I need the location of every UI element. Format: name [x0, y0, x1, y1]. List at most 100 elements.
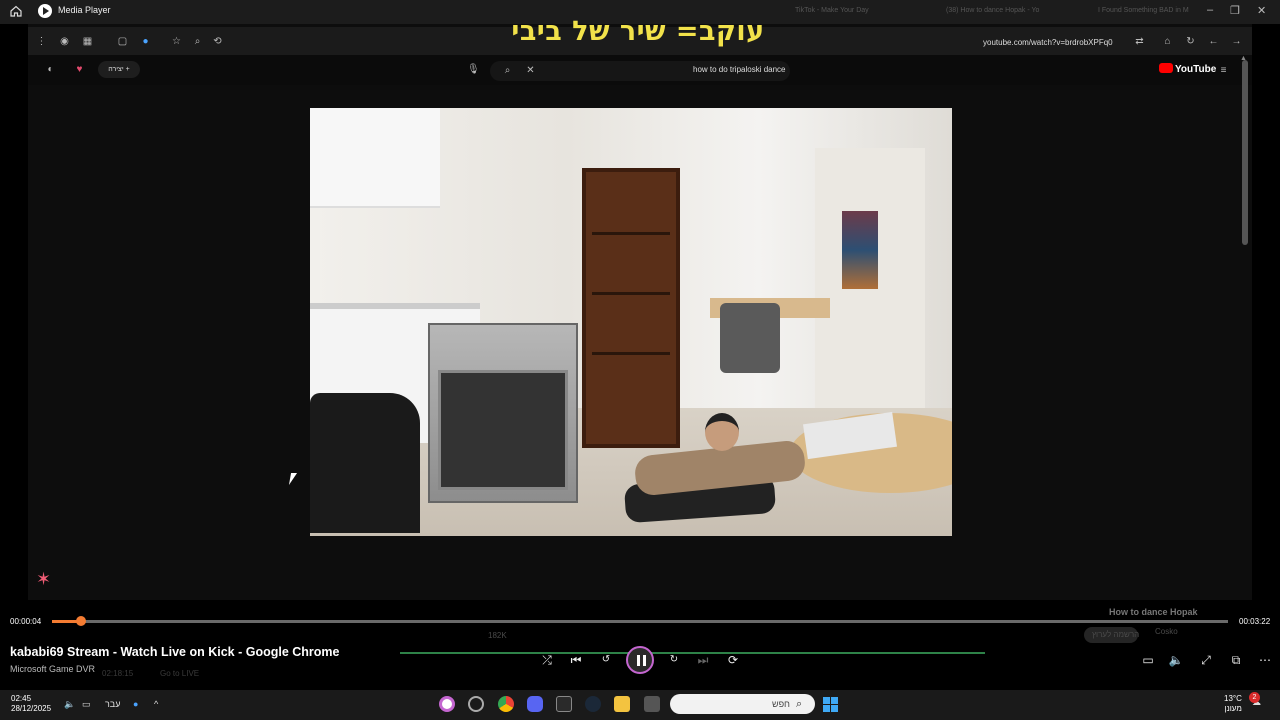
ghost-live: Go to LIVE — [160, 669, 200, 678]
repeat-off-icon[interactable]: ⟳ — [725, 652, 741, 668]
search-icon[interactable]: ⌕ — [502, 65, 513, 76]
fullscreen-icon[interactable]: ⤢ — [1198, 652, 1214, 668]
create-label: יצירה — [108, 66, 124, 73]
windows-start-icon[interactable] — [823, 697, 838, 712]
scrollbar[interactable] — [1242, 60, 1248, 245]
home-icon[interactable] — [9, 4, 23, 18]
glass-cabinet — [582, 168, 680, 448]
steam-icon[interactable] — [585, 696, 601, 712]
clock[interactable]: 02:45 28/12/2025 — [11, 694, 51, 714]
upper-cabinets — [310, 108, 440, 208]
clock-date: 28/12/2025 — [11, 704, 52, 713]
media-source: Microsoft Game DVR — [10, 664, 96, 674]
office-chair — [310, 393, 420, 533]
clock-time: 02:45 — [11, 694, 32, 703]
extension-icon[interactable]: ◉ — [59, 36, 70, 47]
more-icon[interactable]: ⋯ — [1257, 652, 1273, 668]
weather-desc: מעונן — [1224, 704, 1242, 713]
language-indicator[interactable]: עבר — [105, 699, 120, 709]
speaker-icon[interactable]: 🔈 — [64, 699, 75, 710]
network-icon[interactable]: ▭ — [82, 699, 91, 710]
discord-icon[interactable] — [527, 696, 543, 712]
ghost-video-title: How to dance Hopak — [1109, 607, 1198, 617]
chevron-up-icon[interactable]: ^ — [154, 699, 158, 709]
create-button[interactable]: יצירה + — [98, 61, 140, 78]
mini-player-icon[interactable]: ⧉ — [1228, 652, 1244, 668]
search-placeholder: חפש — [772, 699, 790, 709]
app-icon[interactable] — [644, 696, 660, 712]
mic-tray-icon[interactable]: ● — [133, 699, 138, 709]
media-title: kababi69 Stream - Watch Live on Kick - G… — [10, 645, 340, 659]
kick-logo-icon: ✶ — [36, 569, 52, 589]
forward-icon[interactable]: → — [1231, 36, 1242, 47]
shelf — [592, 292, 670, 295]
video-frame[interactable] — [310, 108, 952, 536]
clear-search-icon[interactable]: ✕ — [525, 65, 536, 76]
ghost-subscribe-label: הרשמה לערוץ — [1092, 630, 1140, 639]
notifications-icon[interactable]: ♥ — [74, 64, 85, 75]
ghost-likes: 182K — [488, 631, 507, 640]
shelf — [592, 232, 670, 235]
captions-icon[interactable]: ▭ — [1140, 652, 1156, 668]
painting — [842, 211, 878, 289]
forward-30-icon[interactable]: ↻ — [666, 652, 682, 668]
address-bar[interactable]: youtube.com/watch?v=brdrobXPFq0 — [983, 38, 1113, 47]
pause-button[interactable] — [626, 646, 654, 674]
shuffle-icon[interactable]: ⤮ — [539, 652, 555, 668]
close-icon[interactable]: ✕ — [1257, 4, 1266, 17]
search-query: how to do tripaloski dance — [693, 65, 786, 74]
ghost-channel: Cosko — [1155, 627, 1178, 636]
mic-icon[interactable]: 🎙 — [467, 64, 480, 75]
temperature: 13°C — [1224, 694, 1242, 703]
home-icon[interactable]: ⌂ — [1162, 36, 1173, 47]
shelf — [592, 352, 670, 355]
reload-icon[interactable]: ↻ — [1185, 36, 1196, 47]
search-icon: ⌕ — [796, 698, 803, 710]
minimize-icon[interactable]: – — [1207, 4, 1213, 16]
extension-icon-2[interactable]: ▦ — [82, 36, 93, 47]
clock-app-icon[interactable] — [468, 696, 484, 712]
volume-icon[interactable]: 🔈 — [1168, 652, 1184, 668]
edge-icon[interactable]: ● — [140, 36, 151, 47]
epic-games-icon[interactable] — [556, 696, 572, 712]
star-icon[interactable]: ☆ — [171, 36, 182, 47]
sync-icon[interactable]: ⟲ — [212, 36, 223, 47]
seek-thumb[interactable] — [76, 616, 87, 626]
previous-icon[interactable]: ⏮ — [568, 652, 584, 668]
total-duration: 00:03:22 — [1239, 617, 1271, 626]
weather-widget[interactable]: 13°C מעונן — [1224, 694, 1242, 714]
app-title: Media Player — [58, 5, 111, 15]
avatar-icon[interactable]: ◐ — [45, 64, 56, 75]
ghost-tab-2: (38) How to dance Hopak - Yo — [946, 7, 1040, 14]
next-icon[interactable]: ⏭ — [695, 652, 711, 668]
dining-chair — [720, 303, 780, 373]
ghost-subscribe-button: הרשמה לערוץ — [1084, 627, 1140, 643]
hamburger-icon[interactable]: ≡ — [1218, 65, 1229, 76]
taskbar-search[interactable] — [670, 694, 815, 714]
zoom-icon[interactable]: ⌕ — [192, 36, 203, 47]
ghost-tab-3: I Found Something BAD in M — [1098, 7, 1189, 14]
taskbar — [0, 690, 1280, 720]
media-player-icon — [38, 4, 52, 18]
ghost-tab-1: TikTok - Make Your Day — [795, 7, 869, 14]
kick-progress-line — [400, 652, 985, 654]
file-explorer-icon[interactable] — [614, 696, 630, 712]
media-player-taskbar-icon[interactable] — [439, 696, 455, 712]
person-head — [705, 413, 739, 451]
ghost-time: 02:18:15 — [102, 669, 134, 678]
rewind-10-icon[interactable]: ↺ — [598, 652, 614, 668]
menu-dots-icon[interactable]: ⋮ — [36, 36, 47, 47]
back-icon[interactable]: ← — [1208, 36, 1219, 47]
maximize-icon[interactable]: ❐ — [1230, 4, 1240, 17]
stream-overlay-text: עוקב= שיר של ביבי — [511, 16, 765, 47]
tab-actions-icon[interactable]: ⇄ — [1134, 36, 1145, 47]
notification-badge: 2 — [1249, 692, 1260, 703]
puzzle-icon[interactable]: ▢ — [117, 36, 128, 47]
seek-bar[interactable] — [52, 620, 1228, 623]
youtube-logo-text: YouTube — [1175, 64, 1217, 75]
youtube-play-icon — [1159, 63, 1173, 73]
elapsed-time: 00:00:04 — [10, 617, 42, 626]
chrome-icon[interactable] — [498, 696, 514, 712]
oven-door — [438, 370, 568, 490]
youtube-logo[interactable]: YouTube — [1159, 63, 1216, 75]
